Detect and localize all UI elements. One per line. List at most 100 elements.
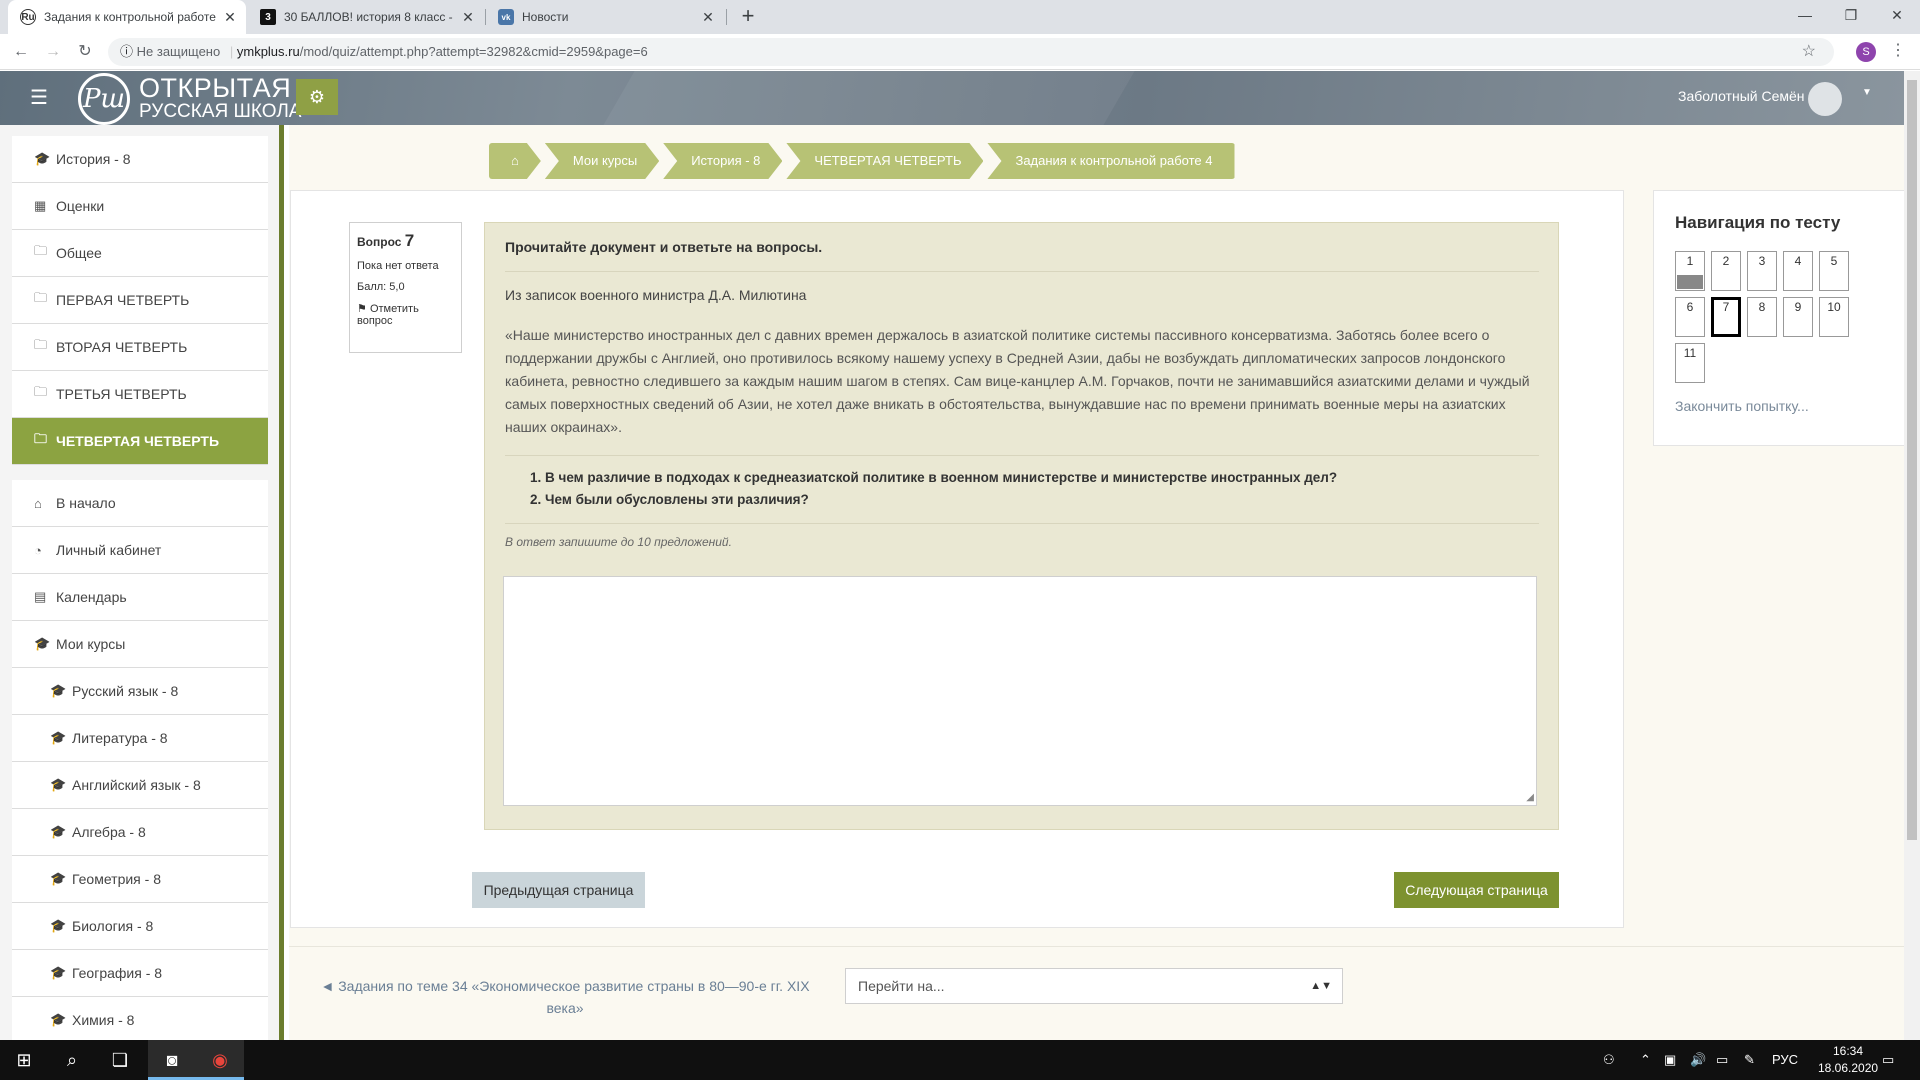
sidebar-item-dashboard[interactable]: ◔ Личный кабинет [12, 527, 268, 574]
browser-tab-bar: Ru Задания к контрольной работе ✕ 3 30 Б… [0, 0, 1920, 34]
sidebar-item-q2[interactable]: 🗀 ВТОРАЯ ЧЕТВЕРТЬ [12, 324, 268, 371]
breadcrumb-section[interactable]: ЧЕТВЕРТАЯ ЧЕТВЕРТЬ [786, 143, 983, 179]
quiz-nav-q3[interactable]: 3 [1747, 251, 1777, 291]
question-item: 2. Чем были обусловлены эти различия? [530, 492, 809, 507]
sidebar-item-my-courses[interactable]: 🎓 Мои курсы [12, 621, 268, 668]
answered-indicator [1677, 275, 1703, 289]
browser-tab-vk[interactable]: vk Новости ✕ [486, 0, 724, 34]
bookmark-star-icon[interactable]: ☆ [1802, 38, 1816, 66]
tray-expand-icon[interactable]: ⌃ [1640, 1052, 1651, 1068]
school-logo-icon[interactable]: Рш [78, 73, 130, 125]
sidebar: 🎓 История - 8 ▦ Оценки 🗀 Общее 🗀 ПЕРВАЯ ЧЕТВ… [0, 125, 284, 1040]
quiz-nav-q1[interactable]: 1 [1675, 251, 1705, 291]
sidebar-item-history[interactable]: 🎓 История - 8 [12, 136, 268, 183]
sidebar-item-english[interactable]: 🎓 Английский язык - 8 [12, 762, 268, 809]
logo-title-line2[interactable]: РУССКАЯ ШКОЛА [139, 101, 301, 123]
tab-divider [726, 9, 727, 25]
notifications-icon[interactable]: ▭ [1882, 1052, 1894, 1068]
home-icon: ⌂ [511, 153, 519, 168]
question-number: Вопрос 7 [357, 231, 415, 250]
close-window-icon[interactable]: ✕ [1874, 0, 1920, 34]
breadcrumb-home[interactable]: ⌂ [489, 143, 541, 179]
browser-tab-quiz[interactable]: Ru Задания к контрольной работе ✕ [8, 0, 246, 34]
hamburger-menu-icon[interactable]: ☰ [30, 85, 48, 110]
sidebar-item-q3[interactable]: 🗀 ТРЕТЬЯ ЧЕТВЕРТЬ [12, 371, 268, 418]
prev-page-button[interactable]: Предыдущая страница [472, 872, 645, 908]
quiz-nav-q4[interactable]: 4 [1783, 251, 1813, 291]
sidebar-item-chemistry[interactable]: 🎓 Химия - 8 [12, 997, 268, 1040]
people-icon[interactable]: ⚇ [1603, 1052, 1615, 1068]
quiz-nav-q6[interactable]: 6 [1675, 297, 1705, 337]
info-icon[interactable]: ⓘ [120, 44, 133, 59]
quiz-nav-q10[interactable]: 10 [1819, 297, 1849, 337]
quiz-nav-q8[interactable]: 8 [1747, 297, 1777, 337]
sidebar-item-calendar[interactable]: ▤ Календарь [12, 574, 268, 621]
question-status: Пока нет ответа [357, 260, 439, 272]
sidebar-item-q4[interactable]: 🗀 ЧЕТВЕРТАЯ ЧЕТВЕРТЬ [12, 418, 268, 465]
question-list: 1. В чем различие в подходах к среднеази… [530, 467, 1337, 511]
finish-attempt-link[interactable]: Закончить попытку... [1675, 398, 1809, 414]
network-icon[interactable]: ▭ [1716, 1052, 1728, 1068]
breadcrumb-my-courses[interactable]: Мои курсы [545, 143, 659, 179]
volume-icon[interactable]: 🔊 [1690, 1052, 1706, 1068]
sidebar-item-grades[interactable]: ▦ Оценки [12, 183, 268, 230]
user-name[interactable]: Заболотный Семён [1678, 88, 1805, 104]
close-tab-icon[interactable]: ✕ [222, 9, 238, 26]
home-icon: ⌂ [34, 495, 42, 511]
flag-question-link[interactable]: ⚑ Отметить вопрос [357, 302, 454, 327]
browser-menu-icon[interactable]: ⋮ [1890, 40, 1906, 60]
answers-favicon-icon: 3 [260, 9, 276, 25]
quiz-nav-q5[interactable]: 5 [1819, 251, 1849, 291]
quiz-nav-q2[interactable]: 2 [1711, 251, 1741, 291]
discord-app-icon[interactable]: ◙ [148, 1040, 196, 1080]
language-indicator[interactable]: РУС [1772, 1052, 1798, 1067]
sidebar-item-russian[interactable]: 🎓 Русский язык - 8 [12, 668, 268, 715]
breadcrumb-quiz[interactable]: Задания к контрольной работе 4 [987, 143, 1235, 179]
prev-activity-link[interactable]: ◄ Задания по теме 34 «Экономическое разв… [320, 975, 810, 1019]
user-menu-caret-icon[interactable]: ▼ [1862, 87, 1872, 98]
clock[interactable]: 16:34 18.06.2020 [1818, 1043, 1878, 1077]
sidebar-item-geometry[interactable]: 🎓 Геометрия - 8 [12, 856, 268, 903]
search-icon[interactable]: ⌕ [48, 1040, 96, 1080]
table-icon: ▦ [34, 198, 47, 213]
divider [505, 271, 1539, 272]
select-arrows-icon: ▲▼ [1310, 980, 1332, 992]
sidebar-item-geography[interactable]: 🎓 География - 8 [12, 950, 268, 997]
close-tab-icon[interactable]: ✕ [460, 9, 476, 26]
url-host: ymkplus.ru [236, 44, 300, 59]
sidebar-item-literature[interactable]: 🎓 Литература - 8 [12, 715, 268, 762]
close-tab-icon[interactable]: ✕ [700, 9, 716, 26]
quiz-nav-q9[interactable]: 9 [1783, 297, 1813, 337]
windows-start-icon[interactable]: ⊞ [0, 1040, 48, 1080]
scrollbar-thumb[interactable] [1907, 80, 1917, 840]
jump-to-select[interactable]: Перейти на... ▲▼ [845, 968, 1343, 1004]
sidebar-item-algebra[interactable]: 🎓 Алгебра - 8 [12, 809, 268, 856]
address-bar[interactable]: ⓘ Не защищено | ymkplus.ru/mod/quiz/atte… [108, 38, 1834, 66]
next-page-button[interactable]: Следующая страница [1394, 872, 1559, 908]
chrome-app-icon[interactable]: ◉ [196, 1040, 244, 1080]
task-view-icon[interactable]: ❏ [96, 1040, 144, 1080]
breadcrumb-course[interactable]: История - 8 [663, 143, 782, 179]
quiz-nav-q7-current[interactable]: 7 [1711, 297, 1741, 337]
user-avatar[interactable] [1808, 82, 1842, 116]
answer-textarea[interactable]: ◢ [503, 576, 1537, 806]
logo-title-line1[interactable]: ОТКРЫТАЯ [139, 73, 291, 104]
sidebar-item-q1[interactable]: 🗀 ПЕРВАЯ ЧЕТВЕРТЬ [12, 277, 268, 324]
quiz-nav-q11[interactable]: 11 [1675, 343, 1705, 383]
new-tab-button[interactable]: + [736, 5, 760, 29]
settings-cogs-button[interactable]: ⚙ [296, 79, 338, 115]
restore-icon[interactable]: ❐ [1828, 0, 1874, 34]
reload-icon[interactable]: ↻ [74, 41, 96, 63]
browser-tab-answers[interactable]: 3 30 БАЛЛОВ! история 8 класс - U ✕ [248, 0, 484, 34]
tray-app-icon[interactable]: ▣ [1664, 1052, 1676, 1068]
profile-avatar[interactable]: S [1856, 42, 1876, 62]
resize-handle-icon[interactable]: ◢ [1526, 792, 1534, 803]
sidebar-item-general[interactable]: 🗀 Общее [12, 230, 268, 277]
forward-arrow-icon[interactable]: → [42, 41, 64, 63]
sidebar-item-biology[interactable]: 🎓 Биология - 8 [12, 903, 268, 950]
back-arrow-icon[interactable]: ← [10, 41, 32, 63]
sidebar-item-home[interactable]: ⌂ В начало [12, 480, 268, 527]
dashboard-icon: ◔ [34, 542, 42, 558]
minimize-icon[interactable]: — [1782, 0, 1828, 34]
pen-icon[interactable]: ✎ [1744, 1052, 1755, 1068]
